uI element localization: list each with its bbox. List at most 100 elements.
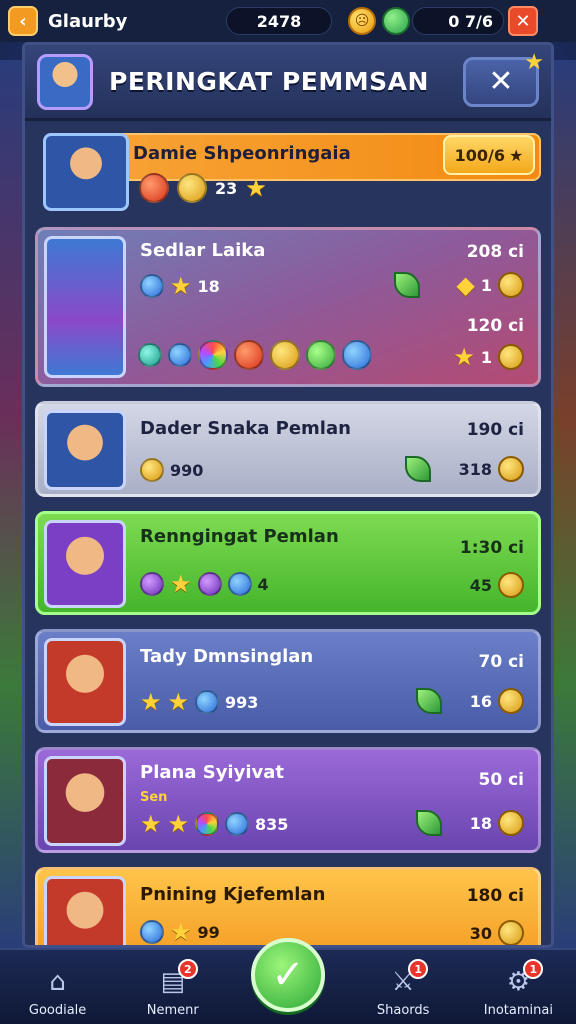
orb-icon [195,812,220,836]
close-icon: ✕ [515,10,531,32]
leaf-icon [394,272,421,298]
crate-icon [270,340,300,370]
player-avatar [44,876,126,945]
star-icon: ★ [140,810,162,838]
featured-stats: 23 ★ [139,173,267,203]
bowl-icon [342,340,372,370]
star-icon: ★ [170,570,192,598]
heart-icon [197,572,222,596]
item-icons [138,340,372,370]
coin-icon [498,688,524,714]
moon-icon [227,572,252,596]
panel-header: PERINGKAT PEMMSAN ✕ ★ [25,45,551,121]
cube-icon [168,343,192,367]
row-rewards: ◆ 1 [394,272,524,298]
player-score: 70 ci [478,652,524,672]
leaderboard-list[interactable]: Damie Shpeonringaia 100/6 ★ 23 ★ Sedlar … [35,131,541,945]
player-stats: 990 [140,458,203,482]
player-score: 180 ci [466,886,524,906]
player-subtitle: Sen [140,790,168,805]
confirm-button[interactable]: ✓ [250,938,325,1012]
leaderboard-row[interactable]: Pnining Kjefemlan 180 ci ★ 99 30 [35,867,541,946]
star-icon: ★ [509,145,524,165]
featured-name: Damie Shpeonringaia [133,143,351,164]
player-score: 190 ci [466,420,524,440]
featured-player-row[interactable]: Damie Shpeonringaia 100/6 ★ 23 ★ [35,131,541,213]
leaderboard-row[interactable]: Renngingat Pemlan 1:30 ci ★ 4 45 [35,511,541,615]
top-status-bar: ‹ Glaurby 2478 ☹ 0 7/6 ✕ [0,0,576,42]
player-score: 1:30 ci [459,538,524,558]
player-avatar[interactable] [37,53,93,110]
nav-home[interactable]: ⌂ Goodiale [3,963,113,1018]
reward-count: 30 [469,923,492,943]
star-icon: ★ [170,918,192,946]
right-counter: 0 7/6 [412,7,504,35]
nav-settings[interactable]: ⚙ 1 Inotaminai [463,959,573,1018]
coin-icon [498,344,524,370]
player-name: Renngingat Pemlan [140,526,339,547]
player-name: Pnining Kjefemlan [140,884,326,905]
coin-icon [498,456,524,482]
gem-icon [382,7,410,35]
stat-count: 99 [197,922,220,942]
star-icon: ★ [140,688,162,716]
leaderboard-row[interactable]: Sedlar Laika 208 ci ★ 18 ◆ 1 120 ci ★ 1 [35,227,541,387]
leaderboard-row[interactable]: Tady Dmnsinglan 70 ci ★ ★ 993 16 [35,629,541,733]
center-counter: 2478 [226,7,332,35]
leaderboard-row[interactable]: Dader Snaka Pemlan 190 ci 990 318 [35,401,541,497]
header-close-button[interactable]: ✕ ★ [463,50,544,107]
page-title: PERINGKAT PEMMSAN [109,67,429,96]
feather-icon [140,572,164,596]
player-stats: ★ ★ 993 [140,690,258,714]
player-score: 50 ci [478,770,524,790]
leaf-icon [415,688,442,714]
nav-swords[interactable]: ⚔ 1 Shaords [348,959,458,1018]
top-close-button[interactable]: ✕ [508,6,538,36]
coin-icon [498,920,524,945]
featured-score: 100/6 [454,145,506,165]
orb-icon [198,340,228,370]
player-avatar [44,410,126,490]
helmet-icon [177,173,207,203]
player-avatar [44,520,126,608]
chevron-left-icon: ‹ [19,10,27,32]
back-button[interactable]: ‹ [8,6,38,36]
leaf-icon [415,810,442,836]
stat-count: 990 [170,460,204,480]
notification-badge: 1 [408,959,429,979]
leaderboard-row[interactable]: Plana Syiyivat Sen 50 ci ★ ★ 835 18 [35,747,541,853]
star-icon: ★ [453,343,475,371]
gem-icon: ◆ [456,271,475,299]
player-score-secondary: 120 ci [466,316,524,336]
fire-icon [234,340,264,370]
coin-icon [498,810,524,836]
shield-icon [225,812,250,836]
featured-avatar [43,133,129,211]
gem-icon [140,920,164,944]
fire-gem-icon [139,173,169,203]
row-rewards: 318 [404,456,524,482]
leaf-icon [404,456,431,482]
player-stats: ★ 18 [140,274,220,298]
nav-label: Nemenr [146,1003,199,1018]
coin-icon [498,272,524,298]
reward-count: 1 [480,275,492,295]
star-icon: ★ [170,272,192,300]
stat-count: 4 [257,574,269,594]
star-icon: ★ [167,688,190,716]
row-rewards-secondary: ★ 1 [453,344,524,370]
featured-count: 23 [215,178,238,198]
nav-confirm[interactable]: ✓ [233,938,343,1018]
player-avatar [44,236,126,378]
player-avatar [44,756,126,846]
cross-icon [138,343,162,367]
star-icon: ★ [167,810,190,838]
home-icon: ⌂ [49,967,66,997]
nav-stats[interactable]: ▤ 2 Nemenr [118,959,228,1018]
stat-count: 993 [225,692,259,712]
shield-icon [140,458,164,482]
coin-icon: ☹ [348,7,376,35]
close-icon: ✕ [488,64,514,99]
row-rewards: 18 [415,810,524,836]
row-rewards: 45 [470,572,524,598]
